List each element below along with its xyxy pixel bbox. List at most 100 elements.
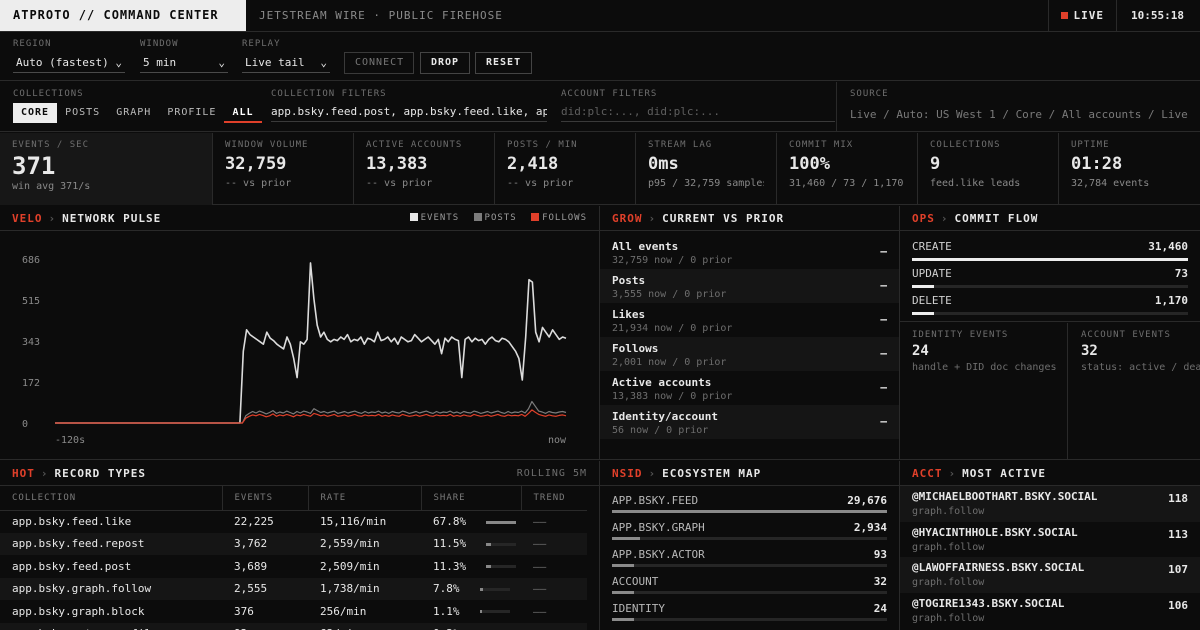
list-item[interactable]: @HYACINTHHOLE.BSKY.SOCIAL graph.follow 113 xyxy=(900,522,1200,558)
account-count: 118 xyxy=(1168,492,1188,505)
eco-label: ACCOUNT xyxy=(612,575,659,588)
stat-commit-mix: COMMIT MIX 100% 31,460 / 73 / 1,170 xyxy=(777,133,918,205)
stat-value: 13,383 xyxy=(366,154,428,174)
panel-title: MOST ACTIVE xyxy=(962,467,1046,480)
x-tick-label: now xyxy=(548,435,567,446)
table-row[interactable]: app.bsky.graph.block 376 256/min 1.1% —— xyxy=(0,600,587,623)
tab-all[interactable]: ALL xyxy=(224,103,262,123)
list-item: Active accounts 13,383 now / 0 prior — xyxy=(600,371,899,405)
tab-core[interactable]: CORE xyxy=(13,103,58,123)
grow-delta: — xyxy=(880,381,887,394)
grow-sub: 32,759 now / 0 prior xyxy=(612,255,733,266)
cell-rate-text: 256/min xyxy=(320,604,367,618)
share-bar xyxy=(479,610,510,614)
chevron-down-icon: ⌄ xyxy=(320,56,327,69)
grow-delta: — xyxy=(880,415,887,428)
stat-value: 9 xyxy=(930,154,941,174)
chevron-right-icon: › xyxy=(48,212,57,225)
stat-window-volume: WINDOW VOLUME 32,759 -- vs prior xyxy=(213,133,354,205)
table-row[interactable]: app.bsky.feed.like 22,225 15,116/min 67.8% —… xyxy=(0,510,587,533)
table-row[interactable]: app.bsky.graph.follow 2,555 1,738/min 7.8% —… xyxy=(0,577,587,600)
cell-rate-text: 2,559/min xyxy=(320,537,380,551)
tab-profile[interactable]: PROFILE xyxy=(159,103,224,123)
stat-label: COMMIT MIX xyxy=(789,140,854,150)
chevron-right-icon: › xyxy=(648,212,657,225)
table-row[interactable]: app.bsky.actor.profile9263/min0.3%—— xyxy=(0,622,587,630)
list-item: Likes 21,934 now / 0 prior — xyxy=(600,303,899,337)
cell-rate: 15,116/min xyxy=(308,510,421,533)
y-tick-label: 172 xyxy=(22,378,40,389)
window-select[interactable]: WINDOW 5 min ⌄ xyxy=(140,39,228,73)
region-label: REGION xyxy=(13,39,52,49)
cell-share-text: 7.8% xyxy=(433,582,460,596)
commit-label: DELETE xyxy=(912,294,952,307)
stat-sub: -- vs prior xyxy=(366,178,433,189)
account-filters-label: ACCOUNT FILTERS xyxy=(561,89,658,99)
cell-rate: 256/min xyxy=(308,600,421,623)
account-events: ACCOUNT EVENTS 32 status: active / deact… xyxy=(1069,323,1200,459)
cell-share-text: 11.3% xyxy=(433,559,467,573)
grow-delta: — xyxy=(880,347,887,360)
chevron-right-icon: › xyxy=(940,212,949,225)
network-pulse-panel: VELO › NETWORK PULSE EVENTS POSTS FOLLOWS … xyxy=(0,206,600,460)
top-bar: ATPROTO // COMMAND CENTER JETSTREAM WIRE… xyxy=(0,0,1200,32)
table-row[interactable]: app.bsky.feed.repost 3,762 2,559/min 11.5% —… xyxy=(0,532,587,555)
grow-sub: 13,383 now / 0 prior xyxy=(612,391,733,402)
tab-graph[interactable]: GRAPH xyxy=(108,103,159,123)
account-handle: @LAWOFFAIRNESS.BSKY.SOCIAL xyxy=(912,561,1085,574)
chevron-right-icon: › xyxy=(948,467,957,480)
account-handle: @HYACINTHHOLE.BSKY.SOCIAL xyxy=(912,525,1078,539)
eco-bar-fill xyxy=(612,591,634,594)
cell-rate: 2,509/min xyxy=(308,555,421,578)
share-bar-fill xyxy=(479,610,482,614)
legend-swatch-events xyxy=(409,213,418,221)
drop-button[interactable]: DROP xyxy=(420,52,471,74)
stats-strip: EVENTS / SEC 371 win avg 371/s WINDOW VO… xyxy=(0,133,1200,205)
grow-title: Posts xyxy=(612,274,646,287)
cell-share: 1.1% xyxy=(421,600,521,623)
panel-key: HOT xyxy=(12,467,35,480)
share-bar xyxy=(486,542,517,546)
account-filters-input[interactable]: did:plc:..., did:plc:... xyxy=(561,105,835,122)
connect-button[interactable]: CONNECT xyxy=(344,52,414,74)
stat-label: EVENTS / SEC xyxy=(12,140,90,150)
list-item[interactable]: @TOGIRE1343.BSKY.SOCIAL graph.follow 106 xyxy=(900,593,1200,629)
collections-label: COLLECTIONS xyxy=(13,89,84,99)
cell-share-text: 11.5% xyxy=(433,537,467,551)
eco-value: 32 xyxy=(873,575,887,588)
tab-posts[interactable]: POSTS xyxy=(57,103,108,123)
share-bar xyxy=(486,565,517,569)
stat-sub: win avg 371/s xyxy=(12,181,91,192)
replay-select[interactable]: REPLAY Live tail ⌄ xyxy=(242,39,330,73)
collection-filters-input[interactable]: app.bsky.feed.post, app.bsky.feed.like, … xyxy=(271,105,547,122)
eco-bar xyxy=(612,537,887,540)
account-label: ACCOUNT EVENTS xyxy=(1081,330,1171,340)
cell-collection-text: app.bsky.feed.like xyxy=(12,515,132,528)
most-active-list: @MICHAELBOOTHART.BSKY.SOCIAL graph.follow… xyxy=(900,486,1200,628)
cell-events: 92 xyxy=(222,622,308,630)
list-item[interactable]: @LAWOFFAIRNESS.BSKY.SOCIAL graph.follow 10… xyxy=(900,557,1200,593)
reset-button[interactable]: RESET xyxy=(475,52,533,74)
region-select[interactable]: REGION Auto (fastest) ⌄ xyxy=(13,39,125,73)
list-item[interactable]: @MICHAELBOOTHART.BSKY.SOCIAL graph.follow… xyxy=(900,486,1200,522)
replay-value: Live tail xyxy=(245,56,305,69)
cell-rate: 1,738/min xyxy=(308,577,421,600)
panel-key: OPS xyxy=(912,212,935,225)
cell-collection-text: app.bsky.graph.follow xyxy=(12,582,152,596)
cell-collection: app.bsky.actor.profile xyxy=(0,622,222,630)
eco-label: IDENTITY xyxy=(612,602,665,615)
list-item: APP.BSKY.GRAPH 2,934 xyxy=(600,515,899,542)
record-types-table: COLLECTION EVENTS RATE SHARE TREND app.b… xyxy=(0,486,587,630)
x-tick-label: -120s xyxy=(55,435,85,446)
cell-events: 376 xyxy=(222,600,308,623)
eco-bar xyxy=(612,618,887,621)
grow-title: Identity/account xyxy=(612,410,718,423)
wire-subtitle: JETSTREAM WIRE · PUBLIC FIREHOSE xyxy=(259,9,503,22)
stat-value: 01:28 xyxy=(1071,154,1123,174)
panel-title: RECORD TYPES xyxy=(54,467,146,480)
table-row[interactable]: app.bsky.feed.post 3,689 2,509/min 11.3% —— xyxy=(0,555,587,578)
series-line-posts xyxy=(55,400,567,424)
commit-flow-panel: OPS › COMMIT FLOW CREATE 31,460 UPDATE 73 DE… xyxy=(900,206,1200,460)
cell-share: 7.8% xyxy=(421,577,521,600)
account-count: 106 xyxy=(1168,598,1188,612)
